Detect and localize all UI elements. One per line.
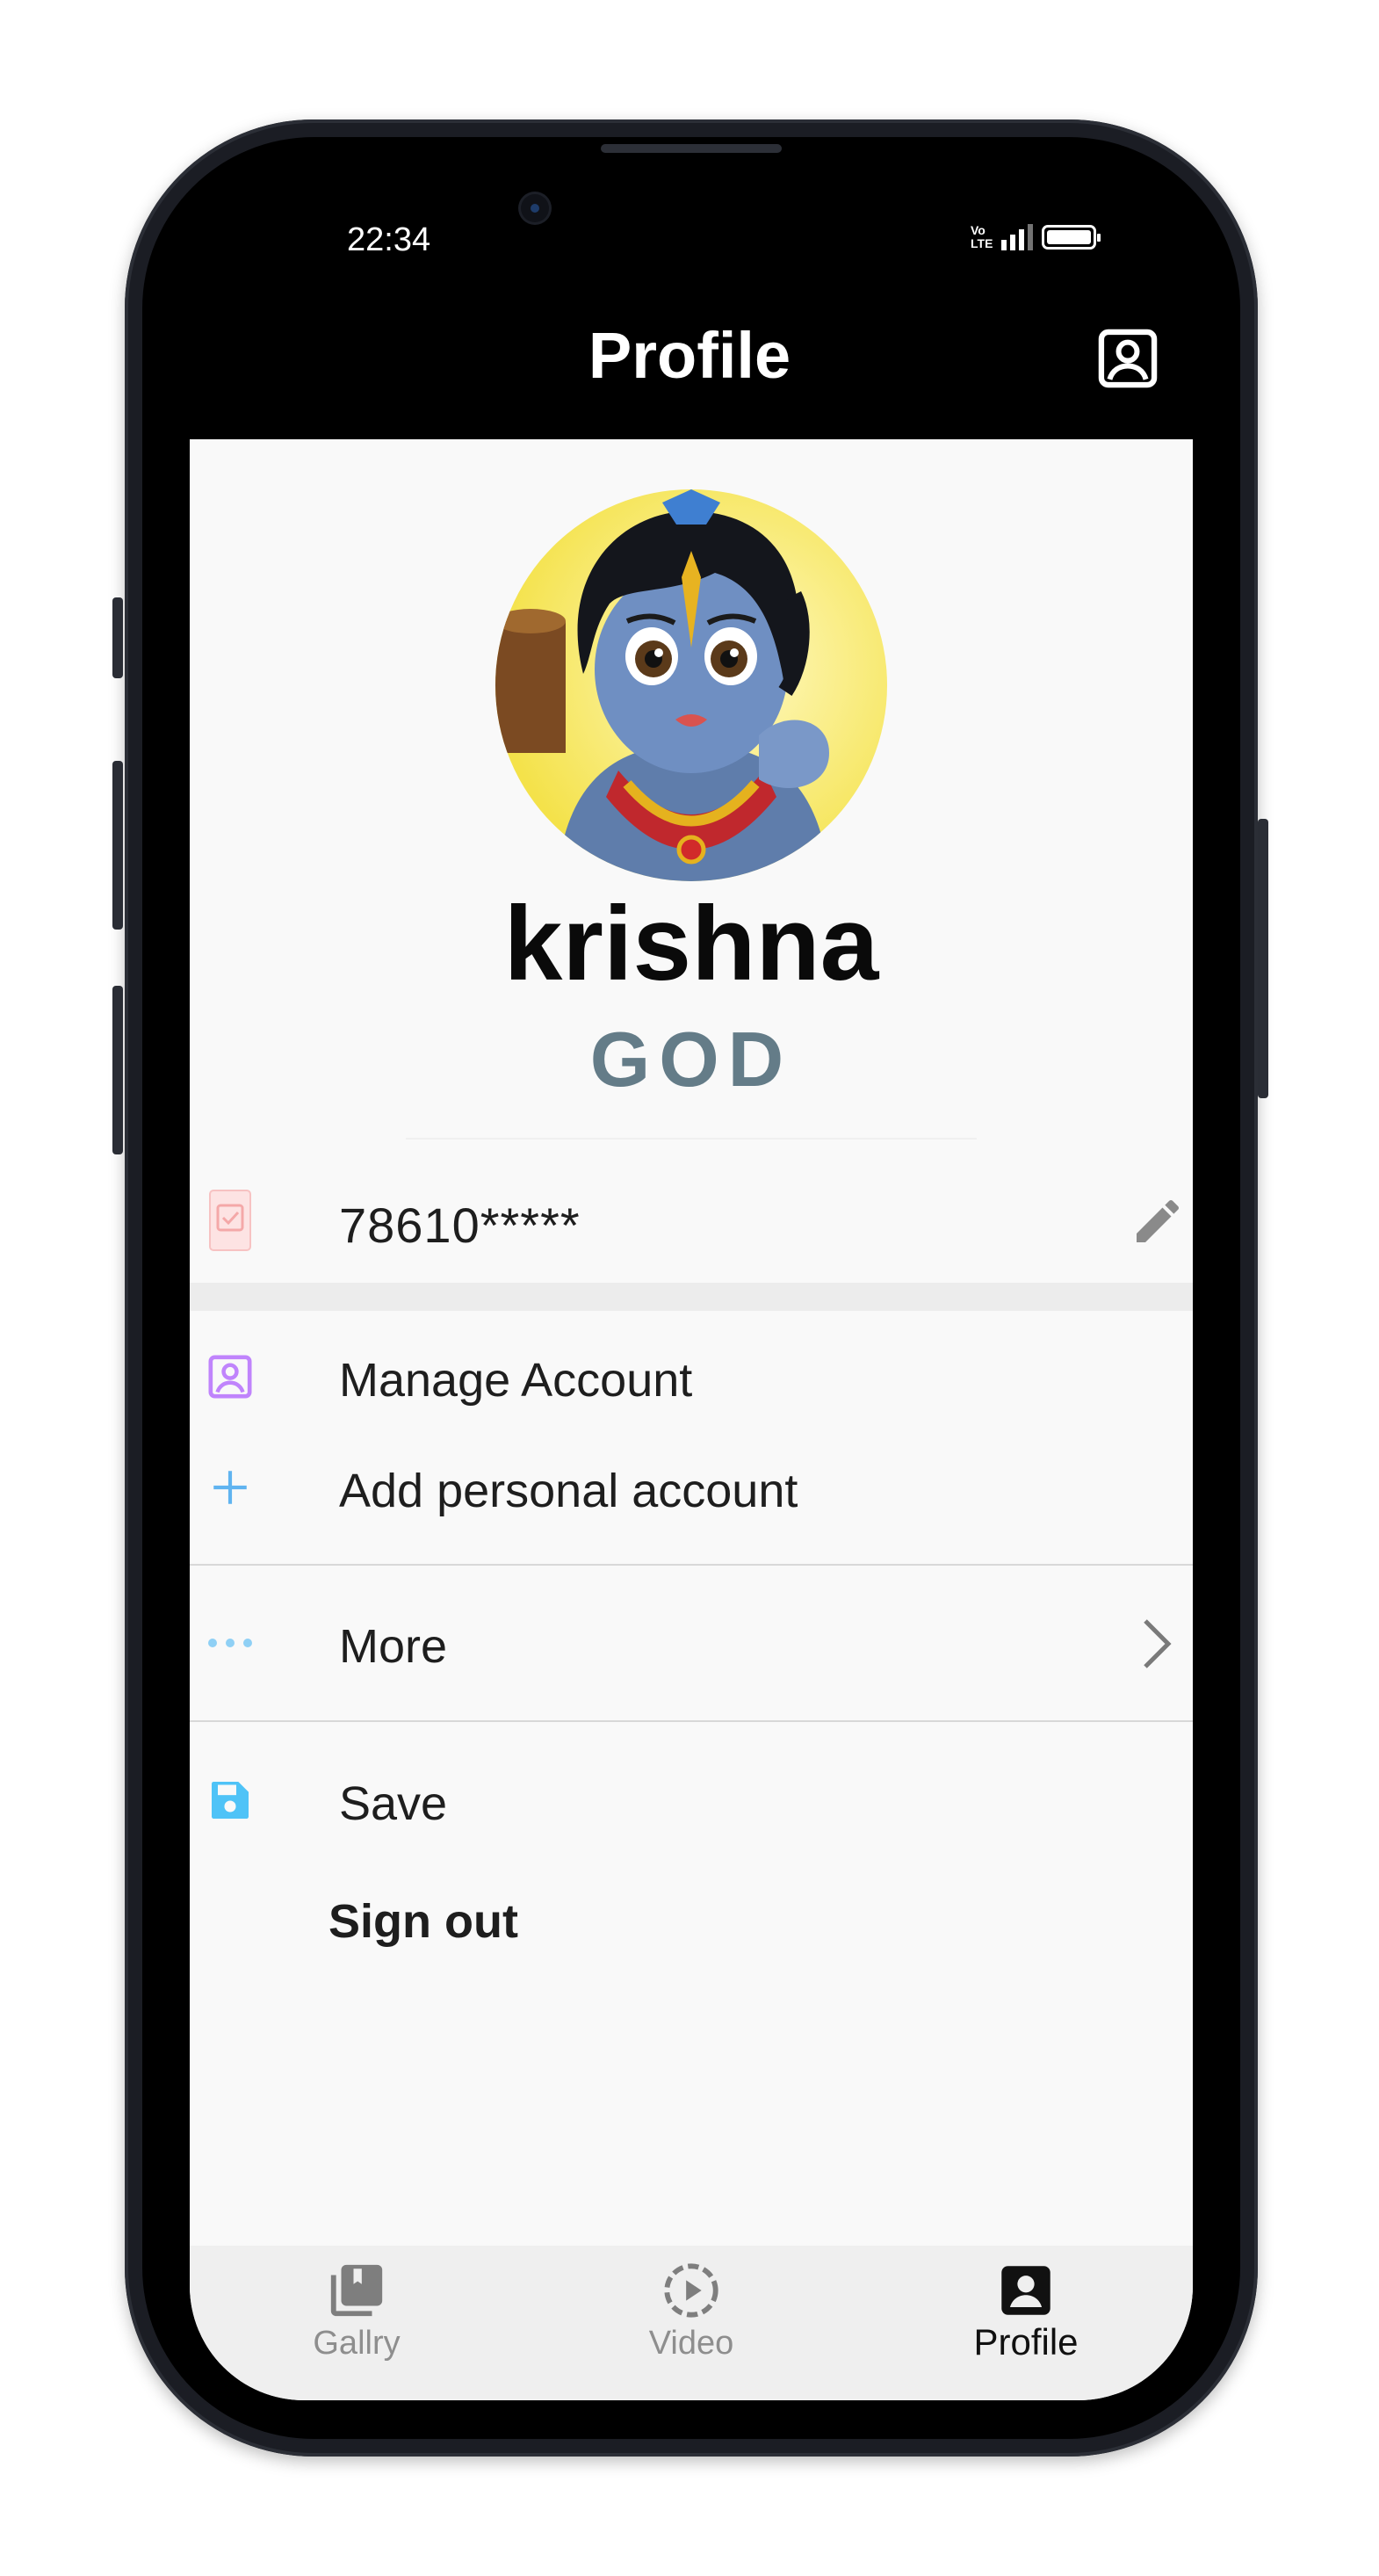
sign-out-button[interactable]: Sign out: [329, 1894, 518, 1949]
save-icon: [206, 1776, 255, 1825]
bottom-navigation: Gallry Video Profile: [190, 2246, 1193, 2400]
chevron-right-icon: [1135, 1616, 1177, 1672]
manage-account-item[interactable]: Manage Account: [190, 1328, 1193, 1425]
gallery-icon: [326, 2260, 387, 2321]
power-button: [1258, 819, 1268, 1098]
save-label: Save: [339, 1777, 448, 1830]
nav-label-gallery: Gallry: [313, 2325, 401, 2362]
page-title: Profile: [588, 319, 791, 392]
profile-screen: krishna GOD 78610***** Manage Account Ad…: [190, 439, 1193, 2400]
manage-account-icon: [206, 1352, 255, 1401]
add-icon: [206, 1463, 255, 1512]
nav-label-video: Video: [648, 2325, 734, 2362]
profile-name: krishna: [503, 885, 879, 1002]
profile-icon: [995, 2260, 1057, 2321]
nav-label-profile: Profile: [973, 2321, 1079, 2363]
nav-item-gallery[interactable]: Gallry: [242, 2260, 471, 2363]
profile-role: GOD: [589, 1016, 793, 1103]
avatar[interactable]: [495, 489, 887, 881]
more-dots-icon: [206, 1618, 255, 1668]
signal-icon: [1001, 224, 1034, 250]
earpiece-speaker: [601, 144, 782, 153]
edit-icon[interactable]: [1130, 1193, 1186, 1249]
phone-number-row[interactable]: 78610*****: [190, 1172, 1193, 1269]
more-item[interactable]: More: [190, 1595, 1193, 1691]
silent-switch: [112, 597, 123, 678]
volume-down-button: [112, 986, 123, 1154]
section-separator: [190, 1283, 1193, 1311]
divider: [190, 1720, 1193, 1722]
volume-up-button: [112, 761, 123, 930]
status-icons: Vo LTE: [971, 223, 1101, 250]
save-item[interactable]: Save: [190, 1752, 1193, 1849]
more-label: More: [339, 1620, 448, 1673]
nav-item-profile[interactable]: Profile: [912, 2260, 1140, 2363]
volte-badge: Vo LTE: [971, 223, 993, 250]
nav-item-video[interactable]: Video: [577, 2260, 805, 2363]
front-camera: [521, 194, 549, 222]
add-personal-account-label: Add personal account: [339, 1465, 798, 1517]
add-personal-account-item[interactable]: Add personal account: [190, 1439, 1193, 1536]
account-box-icon[interactable]: [1094, 325, 1161, 392]
divider: [190, 1564, 1193, 1566]
video-play-icon: [661, 2260, 722, 2321]
battery-icon: [1042, 225, 1101, 250]
manage-account-label: Manage Account: [339, 1354, 693, 1407]
divider: [406, 1138, 977, 1140]
phone-badge-icon: [206, 1190, 255, 1251]
status-time: 22:34: [347, 221, 431, 258]
phone-number: 78610*****: [339, 1198, 581, 1253]
